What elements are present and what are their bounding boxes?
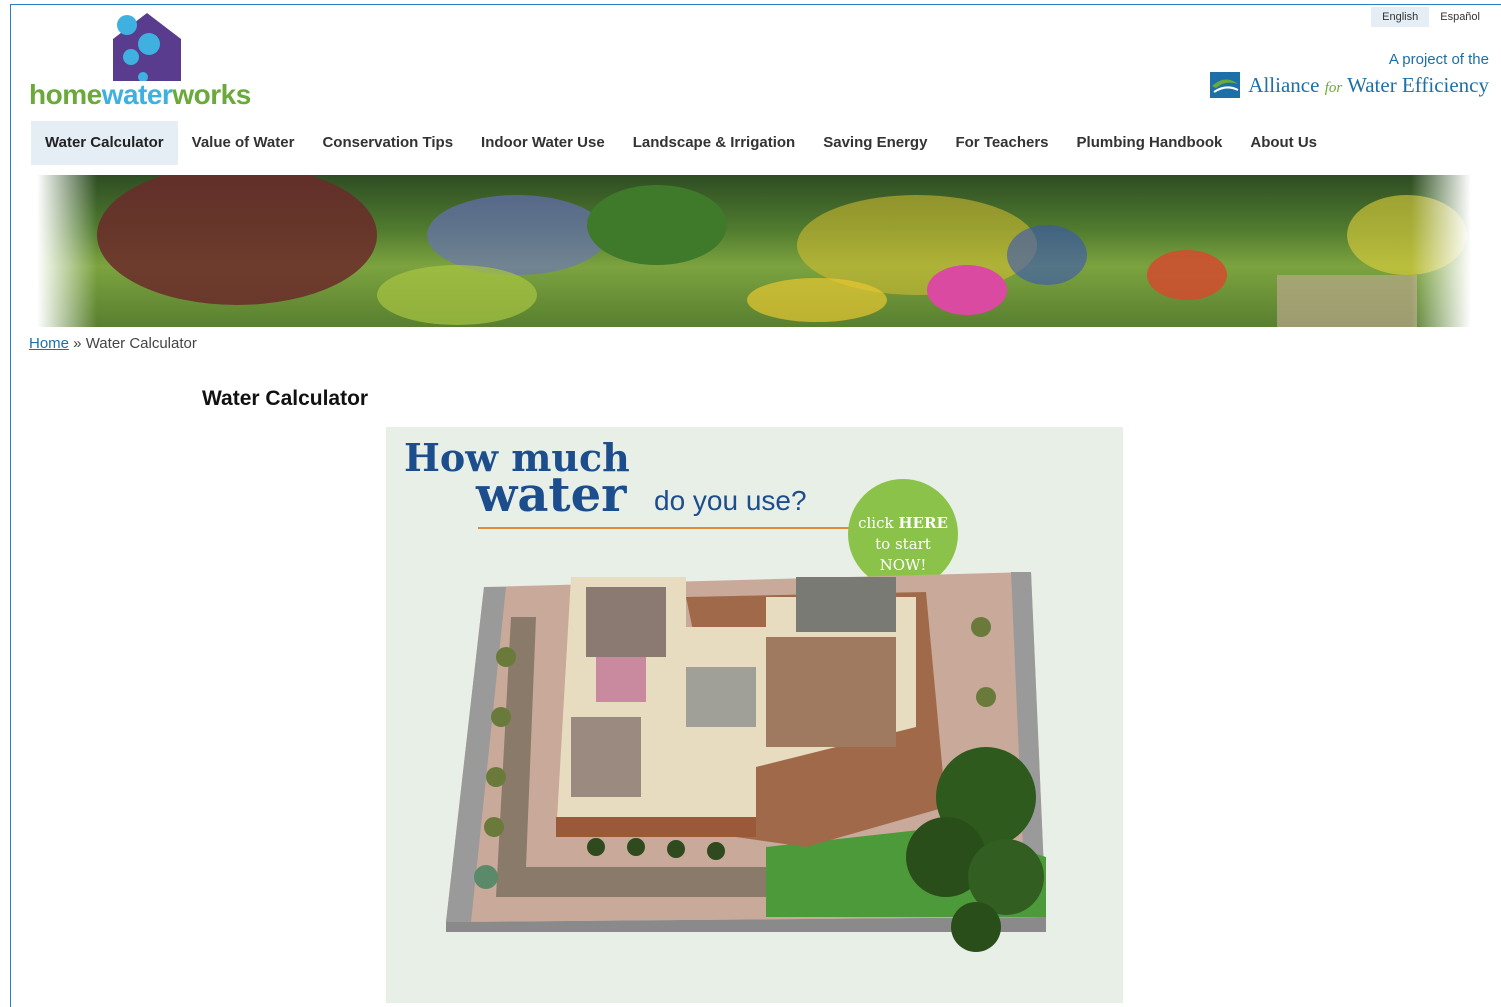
breadcrumb-current: Water Calculator xyxy=(85,335,197,352)
garden-flowers-illustration xyxy=(97,175,1467,327)
main-nav: Water Calculator Value of Water Conserva… xyxy=(31,121,1331,165)
nav-indoor-water-use[interactable]: Indoor Water Use xyxy=(467,121,619,165)
nav-plumbing-handbook[interactable]: Plumbing Handbook xyxy=(1063,121,1237,165)
breadcrumb-home-link[interactable]: Home xyxy=(29,335,69,352)
logo-water-text: water xyxy=(101,79,173,110)
nav-value-of-water[interactable]: Value of Water xyxy=(178,121,309,165)
alliance-name-for: for xyxy=(1324,79,1343,96)
logo-works-text: works xyxy=(172,79,251,110)
breadcrumb-separator: » xyxy=(69,335,86,352)
promo-line3: do you use? xyxy=(654,485,807,516)
nav-saving-energy[interactable]: Saving Energy xyxy=(809,121,941,165)
logo-wordmark: homewaterworks xyxy=(29,79,251,111)
alliance-name-b: Water Efficiency xyxy=(1342,72,1489,97)
nav-water-calculator[interactable]: Water Calculator xyxy=(31,121,178,165)
nav-about-us[interactable]: About Us xyxy=(1236,121,1331,165)
cta-click-text: click xyxy=(858,514,899,532)
cta-now-text: NOW! xyxy=(879,556,927,574)
promo-underline xyxy=(478,527,850,529)
homewaterworks-logo[interactable]: homewaterworks xyxy=(29,11,289,111)
breadcrumb: Home » Water Calculator xyxy=(29,335,197,352)
page-title: Water Calculator xyxy=(202,387,369,410)
alliance-swirl-icon xyxy=(1210,72,1241,98)
nav-landscape-irrigation[interactable]: Landscape & Irrigation xyxy=(619,121,810,165)
garden-banner-image xyxy=(37,175,1471,327)
alliance-project-text: A project of the xyxy=(1388,51,1489,68)
cta-here-text: HERE xyxy=(898,514,948,532)
nav-for-teachers[interactable]: For Teachers xyxy=(941,121,1062,165)
cta-start-text: to start xyxy=(875,535,931,553)
logo-home-text: home xyxy=(29,79,102,110)
alliance-name-a: Alliance xyxy=(1248,72,1325,97)
alliance-logo[interactable]: A project of the Alliance for Water Effi… xyxy=(1208,51,1489,100)
promo-line2: water xyxy=(476,467,627,523)
lang-english-link[interactable]: English xyxy=(1371,7,1430,27)
nav-conservation-tips[interactable]: Conservation Tips xyxy=(308,121,467,165)
start-now-button[interactable]: click HERE to start NOW! xyxy=(848,479,958,589)
water-calculator-start-banner[interactable]: How much water do you use? click HERE to… xyxy=(386,427,1123,1003)
page-frame: English Español homewaterworks A project… xyxy=(10,4,1501,1007)
language-bar: English Español xyxy=(1371,7,1491,27)
house-drops-icon xyxy=(113,13,181,81)
alliance-name: Alliance for Water Efficiency xyxy=(1248,73,1489,98)
lang-espanol-link[interactable]: Español xyxy=(1429,7,1491,27)
